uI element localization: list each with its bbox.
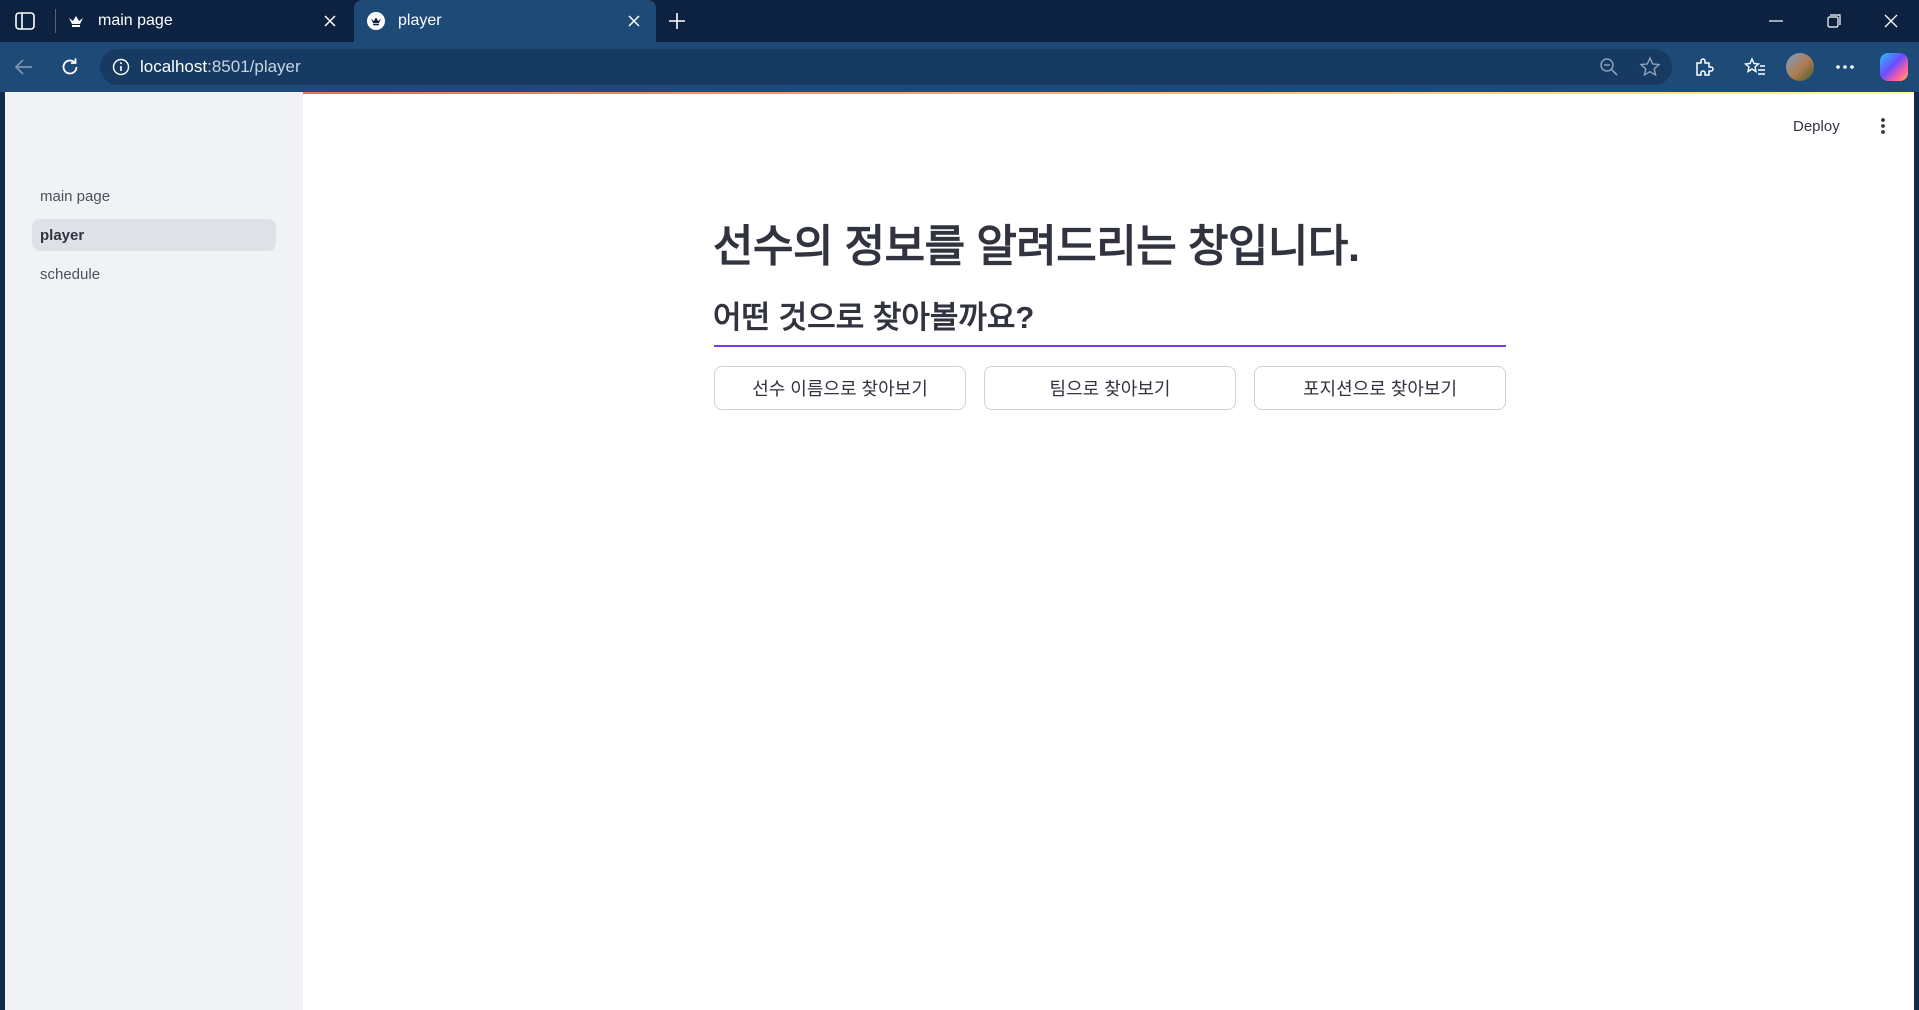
close-icon[interactable] (318, 9, 342, 33)
search-by-team-button[interactable]: 팀으로 찾아보기 (984, 366, 1236, 410)
zoom-out-icon[interactable] (1598, 56, 1620, 78)
header-divider (714, 345, 1506, 347)
profile-avatar[interactable] (1786, 53, 1814, 81)
browser-tab-bar: main page player (0, 0, 1919, 42)
deploy-button[interactable]: Deploy (1793, 114, 1840, 138)
extensions-puzzle-icon[interactable] (1688, 51, 1720, 83)
favorites-list-icon[interactable] (1739, 51, 1771, 83)
close-window-icon[interactable] (1869, 6, 1913, 36)
reload-icon[interactable] (54, 51, 86, 83)
url-text: localhost:8501/player (140, 57, 301, 77)
address-bar[interactable]: localhost:8501/player (100, 49, 1672, 85)
crown-icon (66, 11, 86, 31)
url-host: localhost (140, 57, 208, 76)
back-arrow-icon[interactable] (8, 51, 40, 83)
search-by-position-button[interactable]: 포지션으로 찾아보기 (1254, 366, 1506, 410)
tab-separator (55, 9, 56, 33)
sidebar: main page player schedule (5, 92, 303, 1010)
page-title: 선수의 정보를 알려드리는 창입니다. (713, 222, 1360, 271)
tab-player[interactable]: player (354, 0, 656, 42)
browser-toolbar: localhost:8501/player (0, 42, 1919, 92)
page-subtitle: 어떤 것으로 찾아볼까요? (713, 300, 1035, 335)
tab-main-page[interactable]: main page (60, 0, 352, 42)
site-info-icon[interactable] (110, 56, 132, 78)
sidebar-item-main-page[interactable]: main page (32, 180, 276, 212)
sidebar-item-schedule[interactable]: schedule (32, 258, 276, 290)
new-tab-plus-icon[interactable] (664, 8, 690, 34)
close-icon[interactable] (622, 9, 646, 33)
favorite-star-icon[interactable] (1639, 56, 1661, 78)
minimize-icon[interactable] (1754, 6, 1798, 36)
tab-actions-menu-icon[interactable] (12, 10, 38, 32)
sidebar-item-player[interactable]: player (32, 219, 276, 251)
main-menu-kebab-icon[interactable] (1872, 114, 1894, 138)
tab-title: main page (98, 12, 173, 29)
url-path: :8501/player (207, 57, 301, 76)
crown-icon (366, 11, 386, 31)
search-by-player-name-button[interactable]: 선수 이름으로 찾아보기 (714, 366, 966, 410)
restore-icon[interactable] (1812, 6, 1856, 36)
more-options-icon[interactable] (1829, 51, 1861, 83)
tab-title: player (398, 12, 442, 29)
copilot-icon[interactable] (1880, 53, 1908, 81)
streamlit-app: main page player schedule Deploy 선수의 정보를… (5, 92, 1914, 1010)
